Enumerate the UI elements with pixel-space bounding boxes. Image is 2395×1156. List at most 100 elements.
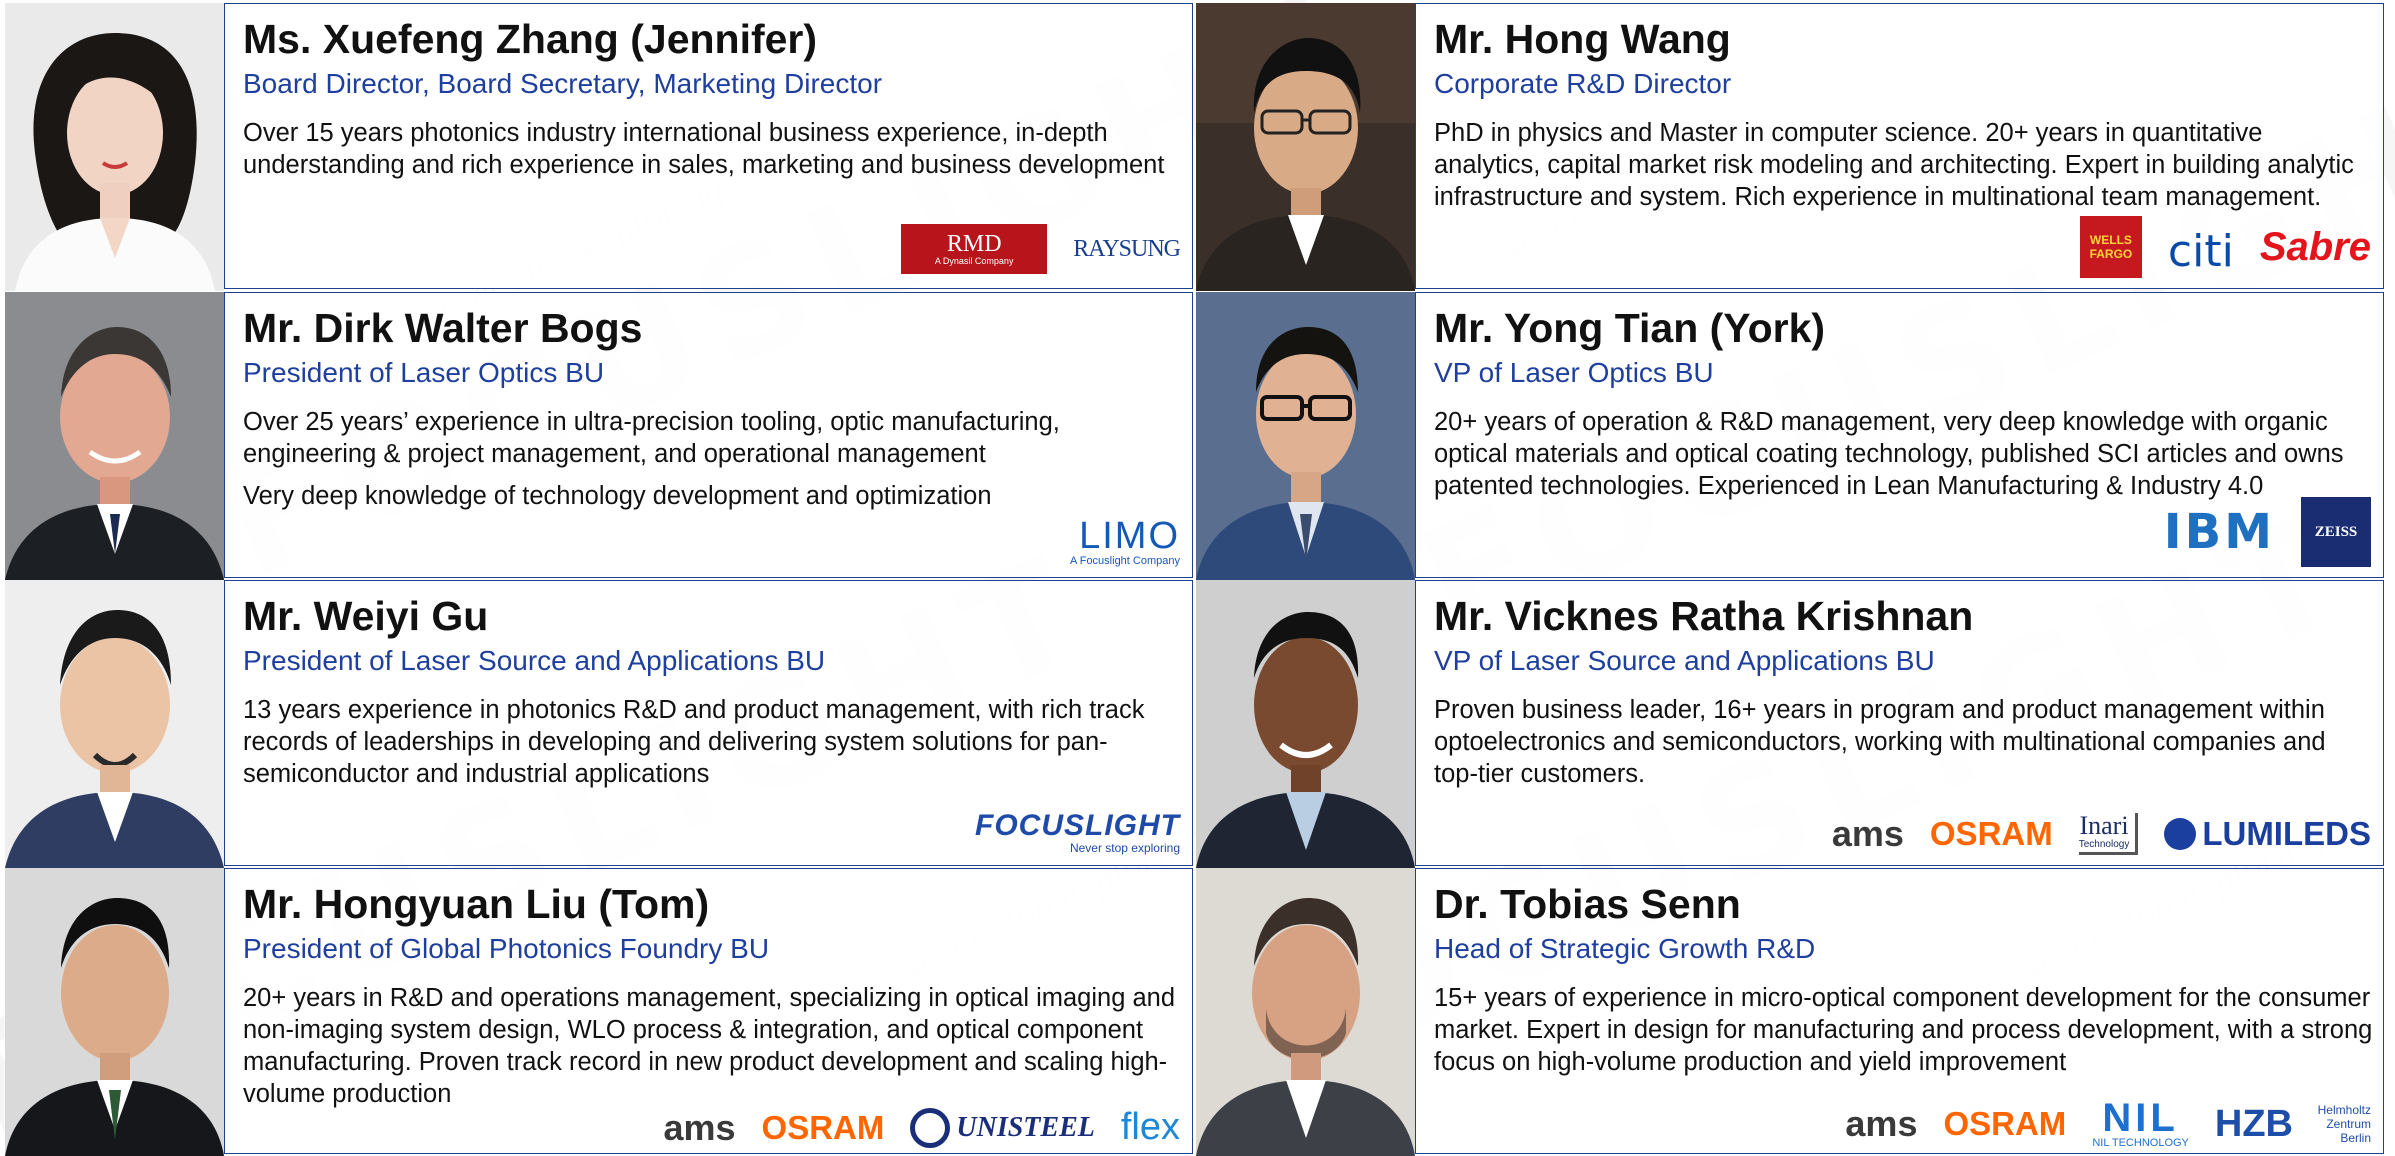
person-info: Mr. Weiyi Gu President of Laser Source a… (224, 580, 1193, 866)
raysung-logo: RAYSUNG (1073, 220, 1181, 278)
person-info: Ms. Xuefeng Zhang (Jennifer) Board Direc… (224, 3, 1193, 289)
person-name: Mr. Weiyi Gu (243, 593, 489, 639)
company-logos: ams OSRAM NIL NIL TECHNOLOGY HZB Helmhol… (1845, 1096, 2371, 1149)
flex-logo-text: flex (1120, 1106, 1180, 1148)
person-name: Mr. Vicknes Ratha Krishnan (1434, 593, 1974, 639)
portrait-photo (1196, 580, 1415, 868)
person-card: Dr. Tobias Senn Head of Strategic Growth… (1196, 868, 2386, 1156)
company-logos: ams OSRAM UNISTEEL flex (663, 1106, 1180, 1149)
nil-technology-logo-text: NIL (2102, 1096, 2179, 1140)
osram-logo-text: OSRAM (1929, 815, 2053, 852)
person-description: Over 15 years photonics industry interna… (243, 117, 1183, 191)
osram-logo: OSRAM (1943, 1105, 2066, 1143)
person-description: Over 25 years’ experience in ultra-preci… (243, 406, 1183, 522)
person-name: Mr. Hong Wang (1434, 16, 1731, 62)
person-info: Dr. Tobias Senn Head of Strategic Growth… (1415, 868, 2384, 1154)
company-logos: ams OSRAM Inari Technology LUMILEDS (1832, 813, 2371, 855)
hzb-logo-text: HZB (2214, 1102, 2293, 1145)
ams-logo-text: ams (663, 1106, 736, 1148)
company-logos: WELLS FARGO citi Sabre (2079, 216, 2371, 278)
osram-logo: OSRAM (762, 1109, 885, 1147)
person-info: Mr. Hongyuan Liu (Tom) President of Glob… (224, 868, 1193, 1154)
person-card: Mr. Hongyuan Liu (Tom) President of Glob… (5, 868, 1195, 1156)
description-paragraph: 20+ years in R&D and operations manageme… (243, 984, 1176, 1108)
wells-fargo-logo: WELLS FARGO (2079, 216, 2142, 278)
nil-technology-logo: NIL NIL TECHNOLOGY (2092, 1096, 2189, 1149)
ibm-logo-text: IBM (2163, 504, 2275, 560)
person-title: VP of Laser Source and Applications BU (1434, 645, 1935, 676)
limo-logo: LIMO A Focuslight Company (1070, 517, 1180, 567)
ams-logo: ams (663, 1107, 735, 1149)
person-title: VP of Laser Optics BU (1434, 357, 1714, 388)
lumileds-logo-text: LUMILEDS (2202, 815, 2371, 852)
ams-logo: ams (1832, 813, 1904, 855)
lumileds-mark-icon (2164, 818, 2197, 850)
description-paragraph: Over 25 years’ experience in ultra-preci… (243, 408, 1060, 468)
rmd-logo-sub: A Dynasil Company (934, 256, 1014, 266)
person-description: PhD in physics and Master in computer sc… (1434, 117, 2374, 223)
inari-logo-text: Inari (2079, 811, 2129, 840)
person-card: Ms. Xuefeng Zhang (Jennifer) Board Direc… (5, 3, 1195, 291)
portrait-photo (5, 3, 224, 291)
portrait-photo (1196, 3, 1415, 291)
osram-logo-text: OSRAM (1943, 1105, 2067, 1142)
person-title: President of Laser Optics BU (243, 357, 605, 388)
focuslight-logo-text: FOCUSLIGHT (975, 809, 1180, 842)
portrait-photo (5, 868, 224, 1156)
raysung-logo-text: RAYSUNG (1073, 235, 1181, 262)
person-description: Proven business leader, 16+ years in pro… (1434, 694, 2374, 800)
person-name: Mr. Hongyuan Liu (Tom) (243, 881, 710, 927)
citi-logo-text: citi (2167, 225, 2234, 277)
description-paragraph: 13 years experience in photonics R&D and… (243, 696, 1145, 788)
sabre-logo: Sabre (2260, 225, 2371, 270)
person-description: 13 years experience in photonics R&D and… (243, 694, 1183, 800)
limo-logo-sub: A Focuslight Company (1069, 555, 1180, 567)
lumileds-logo: LUMILEDS (2164, 815, 2371, 853)
osram-logo: OSRAM (1930, 815, 2053, 853)
person-name: Mr. Yong Tian (York) (1434, 305, 1826, 351)
person-info: Mr. Yong Tian (York) VP of Laser Optics … (1415, 292, 2384, 578)
company-logos: RMD A Dynasil Company RAYSUNG (901, 220, 1181, 278)
hzb-logo: HZB Helmholtz Zentrum Berlin (2215, 1103, 2371, 1146)
focuslight-logo-sub: Never stop exploring (1069, 841, 1180, 855)
description-paragraph: Proven business leader, 16+ years in pro… (1434, 696, 2326, 788)
person-info: Mr. Vicknes Ratha Krishnan VP of Laser S… (1415, 580, 2384, 866)
description-paragraph: PhD in physics and Master in computer sc… (1434, 119, 2354, 211)
description-paragraph: 15+ years of experience in micro-optical… (1434, 984, 2373, 1076)
person-description: 20+ years in R&D and operations manageme… (243, 982, 1183, 1120)
rmd-logo-text: RMD (946, 231, 1002, 257)
unisteel-logo: UNISTEEL (910, 1107, 1095, 1148)
person-title: President of Global Photonics Foundry BU (243, 933, 770, 964)
portrait-photo (1196, 292, 1415, 580)
osram-logo-text: OSRAM (761, 1108, 885, 1146)
person-description: 15+ years of experience in micro-optical… (1434, 982, 2374, 1088)
rmd-logo: RMD A Dynasil Company (901, 224, 1048, 274)
zeiss-logo-text: ZEISS (2314, 523, 2358, 540)
wells-fargo-logo-text: WELLS FARGO (2089, 233, 2133, 261)
focuslight-logo: FOCUSLIGHT Never stop exploring (975, 809, 1180, 856)
unisteel-mark-icon (910, 1107, 951, 1148)
person-card: Mr. Weiyi Gu President of Laser Source a… (5, 580, 1195, 868)
person-title: Head of Strategic Growth R&D (1434, 933, 1816, 964)
person-card: Mr. Yong Tian (York) VP of Laser Optics … (1196, 292, 2386, 580)
ams-logo: ams (1845, 1103, 1917, 1145)
company-logos: FOCUSLIGHT Never stop exploring (975, 809, 1180, 856)
unisteel-logo-text: UNISTEEL (956, 1111, 1095, 1143)
inari-logo: Inari Technology (2078, 811, 2139, 855)
portrait-photo (5, 292, 224, 580)
sabre-logo-text: Sabre (2259, 224, 2371, 269)
company-logos: IBM ZEISS (2164, 497, 2371, 567)
limo-logo-text: LIMO (1079, 515, 1180, 557)
zeiss-logo: ZEISS (2301, 497, 2371, 567)
description-paragraph: 20+ years of operation & R&D management,… (1434, 408, 2344, 500)
person-title: Corporate R&D Director (1434, 68, 1732, 99)
description-paragraph: Over 15 years photonics industry interna… (243, 119, 1165, 179)
ams-logo-text: ams (1831, 813, 1904, 854)
person-title: Board Director, Board Secretary, Marketi… (243, 68, 883, 99)
ams-logo-text: ams (1845, 1103, 1918, 1144)
nil-technology-logo-sub: NIL TECHNOLOGY (2092, 1137, 2189, 1149)
ibm-logo: IBM (2164, 504, 2275, 560)
person-info: Mr. Dirk Walter Bogs President of Laser … (224, 292, 1193, 578)
person-card: Mr. Hong Wang Corporate R&D Director PhD… (1196, 3, 2386, 291)
person-title: President of Laser Source and Applicatio… (243, 645, 826, 676)
